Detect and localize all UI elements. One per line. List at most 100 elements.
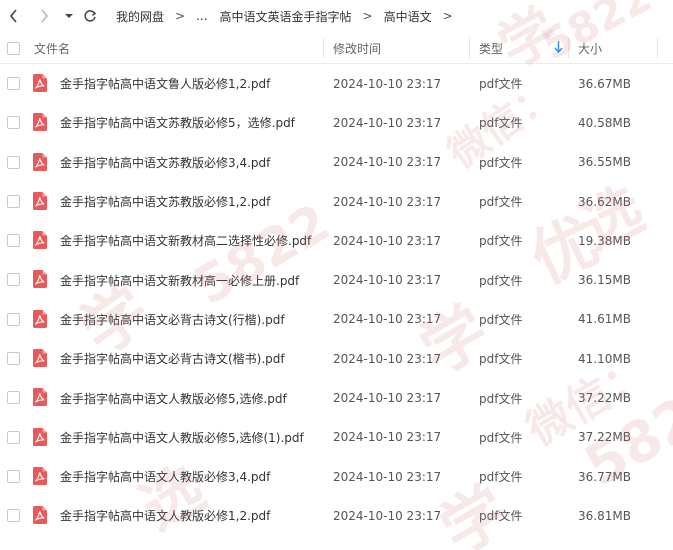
file-list: 金手指字帖高中语文鲁人版必修1,2.pdf 2024-10-10 23:17 pdf… bbox=[0, 64, 673, 536]
file-name[interactable]: 金手指字帖高中语文鲁人版必修1,2.pdf bbox=[60, 75, 270, 92]
refresh-button[interactable] bbox=[78, 4, 102, 28]
file-row[interactable]: 金手指字帖高中语文人教版必修1,2.pdf 2024-10-10 23:17 pdf… bbox=[0, 496, 673, 535]
file-name[interactable]: 金手指字帖高中语文必背古诗文(楷书).pdf bbox=[60, 350, 285, 367]
row-checkbox[interactable] bbox=[7, 116, 20, 130]
row-checkbox[interactable] bbox=[7, 430, 20, 444]
column-divider[interactable] bbox=[568, 38, 569, 58]
file-row[interactable]: 金手指字帖高中语文新教材高二选择性必修.pdf 2024-10-10 23:17 p… bbox=[0, 221, 673, 260]
file-type: pdf文件 bbox=[479, 77, 523, 92]
forward-button[interactable] bbox=[32, 4, 56, 28]
file-type: pdf文件 bbox=[479, 430, 523, 445]
column-divider[interactable] bbox=[323, 38, 324, 58]
row-checkbox[interactable] bbox=[7, 509, 20, 523]
file-type: pdf文件 bbox=[479, 352, 523, 367]
file-row[interactable]: 金手指字帖高中语文人教版必修3,4.pdf 2024-10-10 23:17 pdf… bbox=[0, 457, 673, 496]
column-divider[interactable] bbox=[657, 38, 658, 58]
file-name[interactable]: 金手指字帖高中语文人教版必修3,4.pdf bbox=[60, 468, 270, 485]
file-row[interactable]: 金手指字帖高中语文苏教版必修3,4.pdf 2024-10-10 23:17 pdf… bbox=[0, 143, 673, 182]
file-modified-time: 2024-10-10 23:17 bbox=[333, 115, 442, 130]
file-size: 36.81MB bbox=[578, 508, 631, 523]
row-checkbox[interactable] bbox=[7, 155, 20, 169]
column-divider[interactable] bbox=[469, 38, 470, 58]
chevron-left-icon bbox=[9, 9, 17, 23]
breadcrumb-root[interactable]: 我的网盘 bbox=[116, 8, 164, 25]
file-modified-time: 2024-10-10 23:17 bbox=[333, 469, 442, 484]
file-row[interactable]: 金手指字帖高中语文人教版必修5,选修.pdf 2024-10-10 23:17 pd… bbox=[0, 378, 673, 417]
file-name[interactable]: 金手指字帖高中语文苏教版必修3,4.pdf bbox=[60, 154, 270, 171]
chevron-right-icon bbox=[41, 9, 49, 23]
breadcrumb-separator: > bbox=[442, 9, 453, 23]
file-row[interactable]: 金手指字帖高中语文新教材高一必修上册.pdf 2024-10-10 23:17 pd… bbox=[0, 260, 673, 299]
file-size: 40.58MB bbox=[578, 115, 631, 130]
file-size: 19.38MB bbox=[578, 233, 631, 248]
pdf-icon bbox=[33, 191, 47, 210]
file-type: pdf文件 bbox=[479, 155, 523, 170]
row-checkbox[interactable] bbox=[7, 391, 20, 405]
pdf-icon bbox=[33, 152, 47, 171]
file-modified-time: 2024-10-10 23:17 bbox=[333, 194, 442, 209]
back-button[interactable] bbox=[2, 4, 26, 28]
file-name[interactable]: 金手指字帖高中语文苏教版必修1,2.pdf bbox=[60, 193, 270, 210]
row-checkbox[interactable] bbox=[7, 234, 20, 248]
breadcrumb-separator: > bbox=[362, 9, 373, 23]
history-dropdown-button[interactable] bbox=[62, 4, 76, 28]
pdf-icon bbox=[33, 309, 47, 328]
pdf-icon bbox=[33, 349, 47, 368]
pdf-icon bbox=[33, 270, 47, 289]
file-size: 41.61MB bbox=[578, 312, 631, 327]
file-row[interactable]: 金手指字帖高中语文苏教版必修5，选修.pdf 2024-10-10 23:17 pd… bbox=[0, 103, 673, 142]
breadcrumb-parent-folder[interactable]: 高中语文英语金手指字帖 bbox=[220, 8, 352, 25]
file-size: 36.67MB bbox=[578, 76, 631, 91]
file-modified-time: 2024-10-10 23:17 bbox=[333, 430, 442, 445]
row-checkbox[interactable] bbox=[7, 352, 20, 366]
file-row[interactable]: 金手指字帖高中语文必背古诗文(楷书).pdf 2024-10-10 23:17 pd… bbox=[0, 339, 673, 378]
select-all-checkbox[interactable] bbox=[7, 42, 20, 55]
file-list-header: 文件名 修改时间 类型 大小 bbox=[0, 32, 673, 64]
file-size: 36.15MB bbox=[578, 273, 631, 288]
row-checkbox[interactable] bbox=[7, 469, 20, 483]
file-modified-time: 2024-10-10 23:17 bbox=[333, 273, 442, 288]
column-header-size[interactable]: 大小 bbox=[578, 32, 602, 64]
file-name[interactable]: 金手指字帖高中语文人教版必修1,2.pdf bbox=[60, 507, 270, 524]
file-modified-time: 2024-10-10 23:17 bbox=[333, 155, 442, 170]
pdf-icon bbox=[33, 113, 47, 132]
refresh-icon bbox=[84, 10, 97, 22]
row-checkbox[interactable] bbox=[7, 273, 20, 287]
file-type: pdf文件 bbox=[479, 470, 523, 485]
file-modified-time: 2024-10-10 23:17 bbox=[333, 233, 442, 248]
file-size: 37.22MB bbox=[578, 391, 631, 406]
file-name[interactable]: 金手指字帖高中语文必背古诗文(行楷).pdf bbox=[60, 311, 285, 328]
file-type: pdf文件 bbox=[479, 391, 523, 406]
file-size: 36.77MB bbox=[578, 469, 631, 484]
file-type: pdf文件 bbox=[479, 195, 523, 210]
file-modified-time: 2024-10-10 23:17 bbox=[333, 351, 442, 366]
file-type: pdf文件 bbox=[479, 116, 523, 131]
file-size: 36.55MB bbox=[578, 155, 631, 170]
pdf-icon bbox=[33, 388, 47, 407]
file-name[interactable]: 金手指字帖高中语文人教版必修5,选修.pdf bbox=[60, 390, 287, 407]
file-type: pdf文件 bbox=[479, 234, 523, 249]
row-checkbox[interactable] bbox=[7, 312, 20, 326]
breadcrumb-current-folder[interactable]: 高中语文 bbox=[384, 8, 432, 25]
file-name[interactable]: 金手指字帖高中语文新教材高二选择性必修.pdf bbox=[60, 232, 311, 249]
column-header-time[interactable]: 修改时间 bbox=[333, 32, 381, 64]
file-row[interactable]: 金手指字帖高中语文苏教版必修1,2.pdf 2024-10-10 23:17 pdf… bbox=[0, 182, 673, 221]
column-header-name[interactable]: 文件名 bbox=[34, 32, 70, 64]
breadcrumb-ellipsis[interactable]: ... bbox=[196, 9, 207, 23]
column-header-type[interactable]: 类型 bbox=[479, 32, 563, 64]
file-row[interactable]: 金手指字帖高中语文人教版必修5,选修(1).pdf 2024-10-10 23:1… bbox=[0, 418, 673, 457]
breadcrumb-separator: > bbox=[175, 9, 186, 23]
file-name[interactable]: 金手指字帖高中语文新教材高一必修上册.pdf bbox=[60, 272, 299, 289]
column-header-time-label: 修改时间 bbox=[333, 41, 382, 56]
file-name[interactable]: 金手指字帖高中语文人教版必修5,选修(1).pdf bbox=[60, 429, 304, 446]
file-name[interactable]: 金手指字帖高中语文苏教版必修5，选修.pdf bbox=[60, 114, 295, 131]
pdf-icon bbox=[33, 506, 47, 525]
file-row[interactable]: 金手指字帖高中语文必背古诗文(行楷).pdf 2024-10-10 23:17 pd… bbox=[0, 300, 673, 339]
row-checkbox[interactable] bbox=[7, 77, 20, 90]
row-checkbox[interactable] bbox=[7, 194, 20, 208]
file-modified-time: 2024-10-10 23:17 bbox=[333, 508, 442, 523]
file-type: pdf文件 bbox=[479, 509, 523, 524]
file-row[interactable]: 金手指字帖高中语文鲁人版必修1,2.pdf 2024-10-10 23:17 pdf… bbox=[0, 64, 673, 103]
file-modified-time: 2024-10-10 23:17 bbox=[333, 312, 442, 327]
pdf-icon bbox=[33, 427, 47, 446]
